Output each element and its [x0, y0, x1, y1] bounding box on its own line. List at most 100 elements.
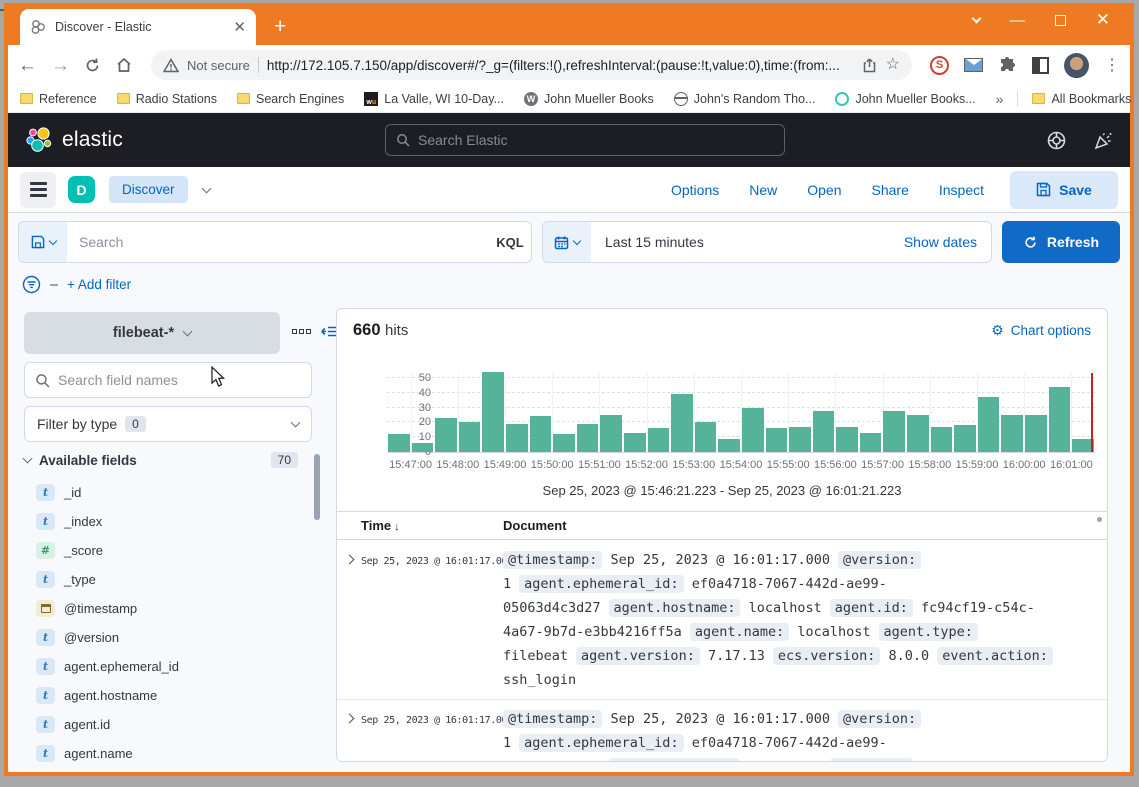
browser-tab[interactable]: Discover - Elastic ✕	[20, 9, 256, 45]
query-language-button[interactable]: KQL	[489, 222, 531, 262]
filter-menu-icon[interactable]	[22, 275, 41, 294]
histogram-bar[interactable]	[836, 427, 858, 452]
tab-close-icon[interactable]: ✕	[233, 18, 246, 36]
doc-table-row[interactable]: Sep 25, 2023 @ 16:01:17.000@timestamp: S…	[337, 700, 1107, 761]
histogram-bar[interactable]	[388, 434, 410, 452]
home-icon[interactable]	[115, 56, 133, 74]
histogram-bar[interactable]	[435, 418, 457, 452]
share-link[interactable]: Share	[872, 182, 909, 198]
expand-row-button[interactable]	[337, 707, 361, 761]
newsfeed-icon[interactable]	[1093, 130, 1114, 151]
doc-table-scrollbar[interactable]	[1097, 517, 1102, 522]
elastic-logo[interactable]: elastic	[24, 125, 123, 155]
bookmark-item[interactable]: John Mueller Books...	[835, 92, 975, 106]
forward-icon[interactable]: →	[51, 56, 70, 75]
profile-avatar[interactable]	[1064, 53, 1089, 78]
url-text[interactable]: http://172.105.7.150/app/discover#/?_g=(…	[267, 58, 853, 73]
field-item[interactable]: @timestamp	[24, 594, 304, 623]
tab-search-icon[interactable]	[971, 13, 981, 23]
inspect-link[interactable]: Inspect	[939, 182, 984, 198]
field-item[interactable]: t_index	[24, 507, 304, 536]
histogram-bar[interactable]	[1025, 415, 1047, 452]
histogram-bar[interactable]	[459, 422, 481, 452]
histogram-bar[interactable]	[883, 411, 905, 452]
available-fields-header[interactable]: Available fields 70	[24, 452, 312, 468]
histogram-bar[interactable]	[671, 394, 693, 452]
extensions-puzzle-icon[interactable]	[998, 56, 1017, 75]
histogram-bar[interactable]	[600, 415, 622, 452]
new-link[interactable]: New	[749, 182, 777, 198]
histogram-bar[interactable]	[695, 422, 717, 452]
minimize-button[interactable]: —	[1010, 12, 1025, 29]
breadcrumb-discover[interactable]: Discover	[109, 176, 188, 203]
histogram-bar[interactable]	[648, 428, 670, 452]
histogram-bar[interactable]	[1001, 415, 1023, 452]
not-secure-warning-icon[interactable]	[163, 58, 179, 73]
field-item[interactable]: t_id	[24, 478, 304, 507]
histogram-bar[interactable]	[978, 397, 1000, 452]
collapse-sidebar-icon[interactable]	[321, 324, 338, 339]
filter-by-type-button[interactable]: Filter by type 0	[24, 406, 312, 442]
histogram-chart[interactable]: 01020304050	[337, 373, 1107, 453]
options-link[interactable]: Options	[671, 182, 719, 198]
histogram-bar[interactable]	[577, 424, 599, 452]
histogram-bar[interactable]	[506, 424, 528, 452]
field-options-icon[interactable]	[292, 329, 311, 334]
reload-icon[interactable]	[84, 57, 101, 74]
histogram-bar[interactable]	[766, 428, 788, 452]
bookmarks-overflow-icon[interactable]: »	[996, 91, 1004, 107]
nav-menu-button[interactable]	[20, 172, 56, 208]
field-item[interactable]: tagent.name	[24, 739, 304, 768]
histogram-bar[interactable]	[553, 434, 575, 452]
histogram-bar[interactable]	[624, 433, 646, 452]
add-filter-link[interactable]: + Add filter	[67, 277, 131, 292]
help-icon[interactable]	[1046, 130, 1067, 151]
bookmark-item[interactable]: Reference	[20, 92, 97, 106]
security-label[interactable]: Not secure	[187, 58, 250, 73]
new-tab-button[interactable]: +	[274, 17, 286, 37]
bookmark-item[interactable]: Radio Stations	[117, 92, 217, 106]
histogram-bar[interactable]	[907, 415, 929, 452]
expand-row-button[interactable]	[337, 548, 361, 692]
histogram-bar[interactable]	[954, 425, 976, 452]
field-item[interactable]: t@version	[24, 623, 304, 652]
bookmark-star-icon[interactable]: ☆	[886, 57, 900, 73]
close-button[interactable]: ✕	[1096, 10, 1110, 30]
field-item[interactable]: t_type	[24, 565, 304, 594]
all-bookmarks-button[interactable]: All Bookmarks	[1032, 92, 1131, 106]
histogram-bar[interactable]	[860, 433, 882, 452]
breadcrumb-chevron-icon[interactable]	[201, 183, 211, 193]
histogram-bar[interactable]	[412, 443, 434, 452]
time-column-header[interactable]: Time↓	[361, 518, 503, 533]
field-item[interactable]: tagent.hostname	[24, 681, 304, 710]
open-link[interactable]: Open	[807, 182, 841, 198]
date-quick-menu-button[interactable]	[543, 222, 591, 262]
saved-query-menu-button[interactable]	[19, 222, 67, 262]
back-icon[interactable]: ←	[18, 56, 37, 75]
bookmark-item[interactable]: WJohn Mueller Books	[524, 92, 654, 106]
histogram-bar[interactable]	[742, 408, 764, 452]
browser-menu-icon[interactable]: ⋮	[1104, 55, 1120, 75]
field-item[interactable]: tagent.id	[24, 710, 304, 739]
field-search-input[interactable]: Search field names	[24, 362, 312, 398]
extension-s-icon[interactable]: S	[930, 56, 949, 75]
histogram-bar[interactable]	[482, 372, 504, 452]
histogram-bar[interactable]	[530, 416, 552, 452]
time-range-value[interactable]: Last 15 minutes	[591, 222, 890, 262]
bookmark-item[interactable]: John's Random Tho...	[674, 92, 816, 106]
index-pattern-switcher[interactable]: filebeat-*	[24, 312, 280, 354]
sidebar-scrollbar[interactable]	[314, 454, 320, 520]
space-badge[interactable]: D	[68, 176, 95, 203]
share-icon[interactable]	[861, 57, 878, 74]
extension-split-icon[interactable]	[1032, 57, 1049, 74]
kql-search-input[interactable]: Search	[67, 222, 489, 262]
chart-options-button[interactable]: ⚙ Chart options	[991, 323, 1091, 339]
field-item[interactable]: #_score	[24, 536, 304, 565]
bookmark-item[interactable]: Search Engines	[237, 92, 344, 106]
doc-table-row[interactable]: Sep 25, 2023 @ 16:01:17.000@timestamp: S…	[337, 541, 1107, 700]
histogram-bar[interactable]	[1049, 387, 1071, 452]
histogram-bar[interactable]	[931, 427, 953, 452]
maximize-button[interactable]	[1055, 15, 1066, 26]
refresh-button[interactable]: Refresh	[1002, 221, 1120, 263]
histogram-bar[interactable]	[789, 427, 811, 452]
